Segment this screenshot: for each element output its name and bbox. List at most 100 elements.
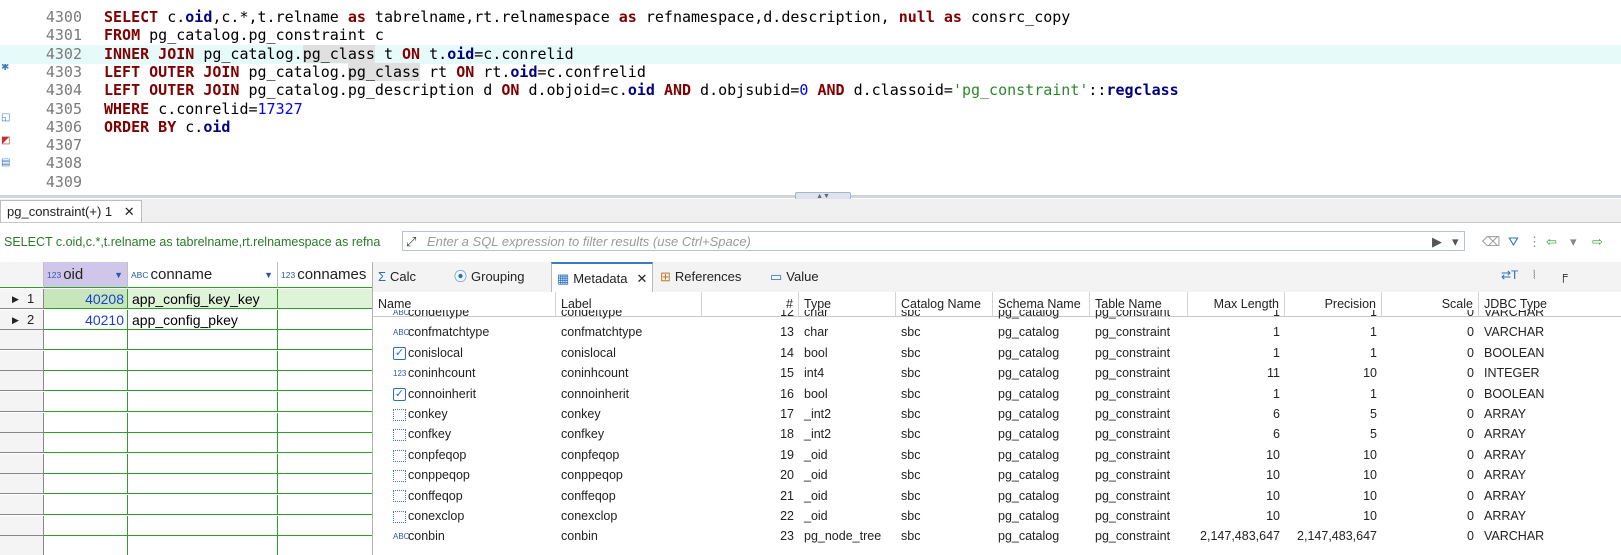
cell-oid[interactable]: 40208 [44,289,128,309]
cell-oid[interactable] [44,330,128,351]
cell-connamespace[interactable] [278,392,383,412]
cell-connamespace[interactable] [278,536,383,555]
cell-oid[interactable] [44,453,128,474]
cell-conname[interactable] [128,453,278,474]
sort-dropdown-icon[interactable]: ▼ [264,262,273,288]
cell-conname[interactable] [128,474,278,495]
cell-connamespace[interactable] [278,515,383,536]
back-arrow-icon[interactable]: ⇦ [1546,233,1557,251]
metadata-row[interactable]: conexclop conexclop 22 _oid sbc pg_catalog pg_… [373,506,1621,526]
metadata-row[interactable]: conffeqop conffeqop 21 _oid sbc pg_catalog pg_… [373,486,1621,506]
metadata-row[interactable]: ABCcondeftype condeftype 12 char sbc pg_catal… [373,310,1621,322]
code-line[interactable]: 4309 [0,173,1621,192]
close-icon[interactable]: ✕ [124,204,135,219]
metadata-row[interactable]: 123 coninhcount coninhcount 15 int4 sbc pg_cat… [373,363,1621,383]
cell-oid[interactable] [44,433,128,454]
cell-oid[interactable] [44,474,128,495]
sort-dropdown-icon[interactable]: ▼ [114,262,123,288]
cell-conname[interactable]: app_config_key_key [128,289,278,309]
filter-menu-icon[interactable]: ⋮ [1528,233,1541,251]
metadata-row[interactable]: confkey confkey 18 _int2 sbc pg_catalog pg_con… [373,424,1621,444]
chevron-down-icon[interactable]: ▾ [1570,233,1577,251]
table-row[interactable]: ▶ 1 40208 app_config_key_key [0,289,383,309]
cell-oid[interactable] [44,495,128,515]
panel-settings-icon[interactable]: ⦚ [1533,268,1536,283]
expand-row-icon[interactable]: ▶ [12,310,19,330]
code-line[interactable]: 4300 SELECT c.oid,c.*,t.relname as tabrel… [0,8,1621,27]
code-text[interactable]: ORDER BY c.oid [104,118,230,137]
cell-oid[interactable] [44,515,128,536]
cell-conname[interactable]: app_config_pkey [128,309,278,330]
metadata-row[interactable]: ✓ conislocal conislocal 14 bool sbc pg_catalog… [373,343,1621,363]
cell-connamespace[interactable] [278,474,383,495]
cell-conname[interactable] [128,392,278,412]
metadata-row[interactable]: conppeqop conppeqop 20 _oid sbc pg_catalog pg_… [373,465,1621,485]
column-header-conname[interactable]: ABC conname ▼ [128,262,278,288]
metadata-row[interactable]: ✓ connoinherit connoinherit 16 bool sbc pg_cat… [373,384,1621,404]
cell-oid[interactable] [44,392,128,412]
cell-oid[interactable] [44,412,128,433]
cell-connamespace[interactable] [278,433,383,454]
history-dropdown-icon[interactable]: ▾ [1452,233,1459,251]
code-line[interactable]: 4302 INNER JOIN pg_catalog.pg_class t ON … [0,44,1621,64]
metadata-row[interactable]: ABCconfmatchtype confmatchtype 13 char sbc pg… [373,322,1621,342]
close-icon[interactable]: ✕ [637,271,648,286]
code-text[interactable]: LEFT OUTER JOIN pg_catalog.pg_descriptio… [104,81,1179,100]
cell-conname[interactable] [128,371,278,392]
row-number-cell[interactable]: ▶ 2 [0,309,44,330]
cell-conname[interactable] [128,412,278,433]
cell-connamespace[interactable] [278,309,383,330]
query-text-snippet[interactable]: SELECT c.oid,c.*,t.relname as tabrelname… [0,231,398,253]
text-format-icon[interactable]: ⇄T [1501,268,1518,282]
metadata-table[interactable]: ABCcondeftype condeftype 12 char sbc pg_catal… [373,310,1621,555]
code-text[interactable]: SELECT c.oid,c.*,t.relname as tabrelname… [104,8,1070,27]
cell-oid[interactable] [44,536,128,555]
play-icon[interactable]: ▶ [1432,233,1442,251]
metadata-row[interactable]: conpfeqop conpfeqop 19 _oid sbc pg_catalog pg_… [373,445,1621,465]
expand-row-icon[interactable]: ▶ [12,289,19,309]
eraser-icon[interactable]: ⌫ [1482,233,1500,251]
cell-connamespace[interactable] [278,495,383,515]
code-line[interactable]: 4304 LEFT OUTER JOIN pg_catalog.pg_descri… [0,81,1621,100]
panel-menu-icon[interactable]: ╒ [1559,268,1568,282]
code-text[interactable]: LEFT OUTER JOIN pg_catalog.pg_class rt O… [104,62,646,82]
cell-connamespace[interactable] [278,453,383,474]
cell-conname[interactable] [128,536,278,555]
code-line[interactable]: 4303 LEFT OUTER JOIN pg_catalog.pg_class … [0,62,1621,82]
code-line[interactable]: 4307 [0,136,1621,155]
column-header-connamespace[interactable]: 123 connames [278,262,383,288]
cell-connamespace[interactable] [278,412,383,433]
cell-connamespace[interactable] [278,350,383,371]
code-text[interactable]: WHERE c.conrelid=17327 [104,100,303,119]
tab-value[interactable]: ▭ Value [765,262,841,291]
metadata-row[interactable]: conkey conkey 17 _int2 sbc pg_catalog pg_const… [373,404,1621,424]
cell-conname[interactable] [128,495,278,515]
cell-oid[interactable] [44,371,128,392]
tab-metadata[interactable]: ▦ Metadata ✕ [551,262,653,293]
cell-oid[interactable] [44,350,128,371]
code-line[interactable]: 4308 [0,154,1621,173]
code-line[interactable]: 4301 FROM pg_catalog.pg_constraint c [0,26,1621,45]
cell-conname[interactable] [128,330,278,351]
results-tab[interactable]: pg_constraint(+) 1 ✕ [0,200,142,222]
metadata-row[interactable]: ABCconbin conbin 23 pg_node_tree sbc pg_catal… [373,526,1621,546]
results-grid[interactable]: 123 oid ▼ ABC conname ▼ 123 connames ▶ 1 4020… [0,262,383,555]
cell-conname[interactable] [128,350,278,371]
cell-conname[interactable] [128,515,278,536]
cell-connamespace[interactable] [278,289,383,309]
cell-oid[interactable]: 40210 [44,309,128,330]
code-text[interactable]: INNER JOIN pg_catalog.pg_class t ON t.oi… [104,44,574,64]
tab-grouping[interactable]: ⦿ Grouping [449,262,549,291]
column-header-oid[interactable]: 123 oid ▼ [44,262,128,288]
tab-calc[interactable]: Σ Calc [373,262,447,291]
table-row[interactable]: ▶ 2 40210 app_config_pkey [0,309,383,330]
tab-references[interactable]: ⊞ References [655,262,763,291]
expand-icon[interactable]: ⤢ [406,234,416,250]
cell-conname[interactable] [128,433,278,454]
forward-arrow-icon[interactable]: ⇨ [1592,233,1603,251]
cell-connamespace[interactable] [278,330,383,351]
code-line[interactable]: 4306 ORDER BY c.oid [0,118,1621,137]
code-line[interactable]: 4305 WHERE c.conrelid=17327 [0,100,1621,119]
code-text[interactable]: FROM pg_catalog.pg_constraint c [104,26,384,45]
row-number-cell[interactable]: ▶ 1 [0,289,44,309]
